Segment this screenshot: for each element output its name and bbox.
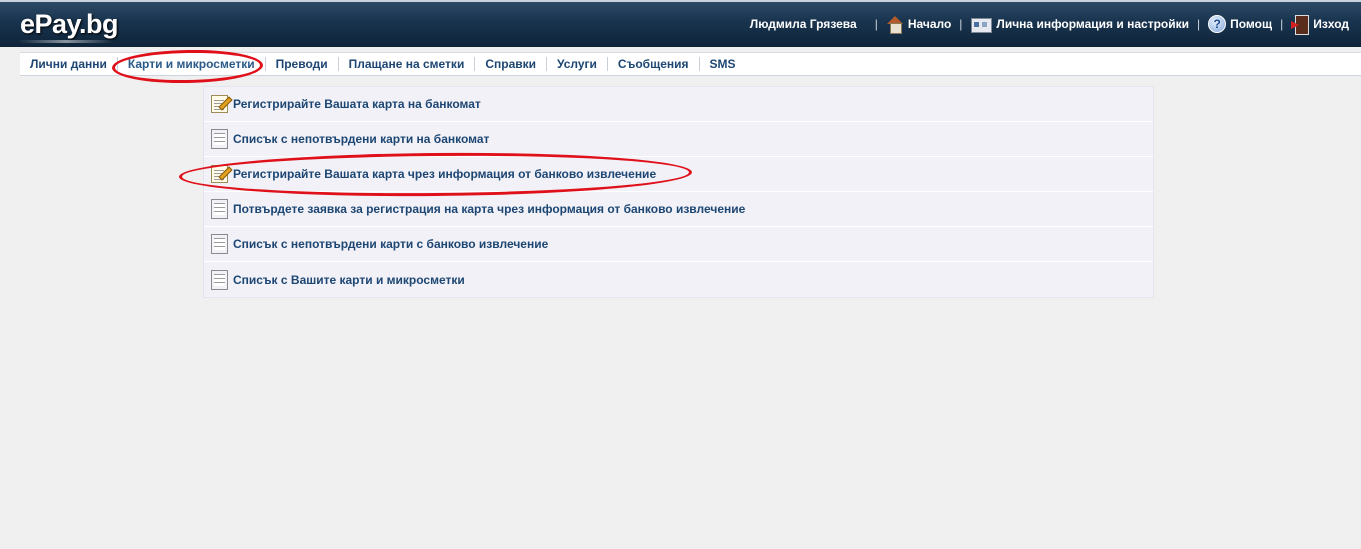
user-menu: Людмила Грязева | Начало | Лична информа…	[749, 15, 1349, 35]
edit-note-icon	[211, 165, 228, 183]
menu-item-label: Списък с Вашите карти и микросметки	[233, 272, 465, 287]
separator: |	[874, 17, 878, 31]
nav-item-personal-data[interactable]: Лични данни	[20, 57, 118, 71]
user-name: Людмила Грязева	[749, 17, 857, 31]
top-header-bar: ePay.bg Людмила Грязева | Начало | Лична…	[0, 0, 1361, 47]
nav-item-sms[interactable]: SMS	[700, 57, 746, 71]
document-icon	[211, 199, 228, 219]
nav-item-bill-payments[interactable]: Плащане на сметки	[339, 57, 476, 71]
menu-item-unconfirmed-bank-statement-cards[interactable]: Списък с непотвърдени карти с банково из…	[204, 227, 1153, 262]
document-icon	[211, 129, 228, 149]
settings-card-icon	[970, 15, 993, 33]
home-icon	[886, 15, 904, 34]
nav-item-transfers[interactable]: Преводи	[266, 57, 339, 71]
menu-item-my-cards-and-microaccounts[interactable]: Списък с Вашите карти и микросметки	[204, 262, 1153, 297]
cards-submenu-panel: Регистрирайте Вашата карта на банкомат С…	[203, 86, 1154, 298]
nav-item-cards-and-microaccounts[interactable]: Карти и микросметки	[118, 57, 266, 71]
menu-item-register-card-bank-statement[interactable]: Регистрирайте Вашата карта чрез информац…	[204, 157, 1153, 192]
personal-settings-link-label: Лична информация и настройки	[996, 17, 1189, 31]
separator: |	[1280, 17, 1284, 31]
menu-item-confirm-bank-statement-request[interactable]: Потвърдете заявка за регистрация на карт…	[204, 192, 1153, 227]
menu-item-label: Регистрирайте Вашата карта на банкомат	[233, 97, 481, 111]
logout-link-label: Изход	[1313, 17, 1349, 31]
separator: |	[1197, 17, 1201, 31]
main-navigation: Лични данни Карти и микросметки Преводи …	[20, 52, 1361, 76]
logout-link[interactable]: Изход	[1291, 15, 1349, 35]
help-icon: ?	[1208, 15, 1227, 33]
home-link[interactable]: Начало	[886, 15, 952, 34]
menu-item-label: Списък с непотвърдени карти на банкомат	[233, 132, 490, 146]
menu-item-unconfirmed-atm-cards[interactable]: Списък с непотвърдени карти на банкомат	[204, 122, 1153, 157]
nav-item-messages[interactable]: Съобщения	[608, 57, 700, 71]
help-link-label: Помощ	[1230, 17, 1273, 31]
home-link-label: Начало	[907, 17, 952, 31]
menu-item-label: Потвърдете заявка за регистрация на карт…	[233, 202, 746, 216]
exit-icon	[1291, 15, 1310, 35]
document-icon	[211, 234, 228, 254]
menu-item-label: Списък с непотвърдени карти с банково из…	[233, 237, 549, 251]
document-icon	[211, 269, 228, 290]
menu-item-register-atm-card[interactable]: Регистрирайте Вашата карта на банкомат	[204, 87, 1153, 122]
personal-settings-link[interactable]: Лична информация и настройки	[970, 15, 1189, 33]
logo-underline	[18, 40, 114, 43]
nav-item-reports[interactable]: Справки	[475, 57, 548, 71]
epay-logo[interactable]: ePay.bg	[20, 9, 119, 40]
menu-item-label: Регистрирайте Вашата карта чрез информац…	[233, 167, 657, 181]
edit-note-icon	[211, 95, 228, 113]
separator: |	[959, 17, 963, 31]
nav-item-services[interactable]: Услуги	[547, 57, 608, 71]
help-link[interactable]: ? Помощ	[1208, 15, 1272, 33]
